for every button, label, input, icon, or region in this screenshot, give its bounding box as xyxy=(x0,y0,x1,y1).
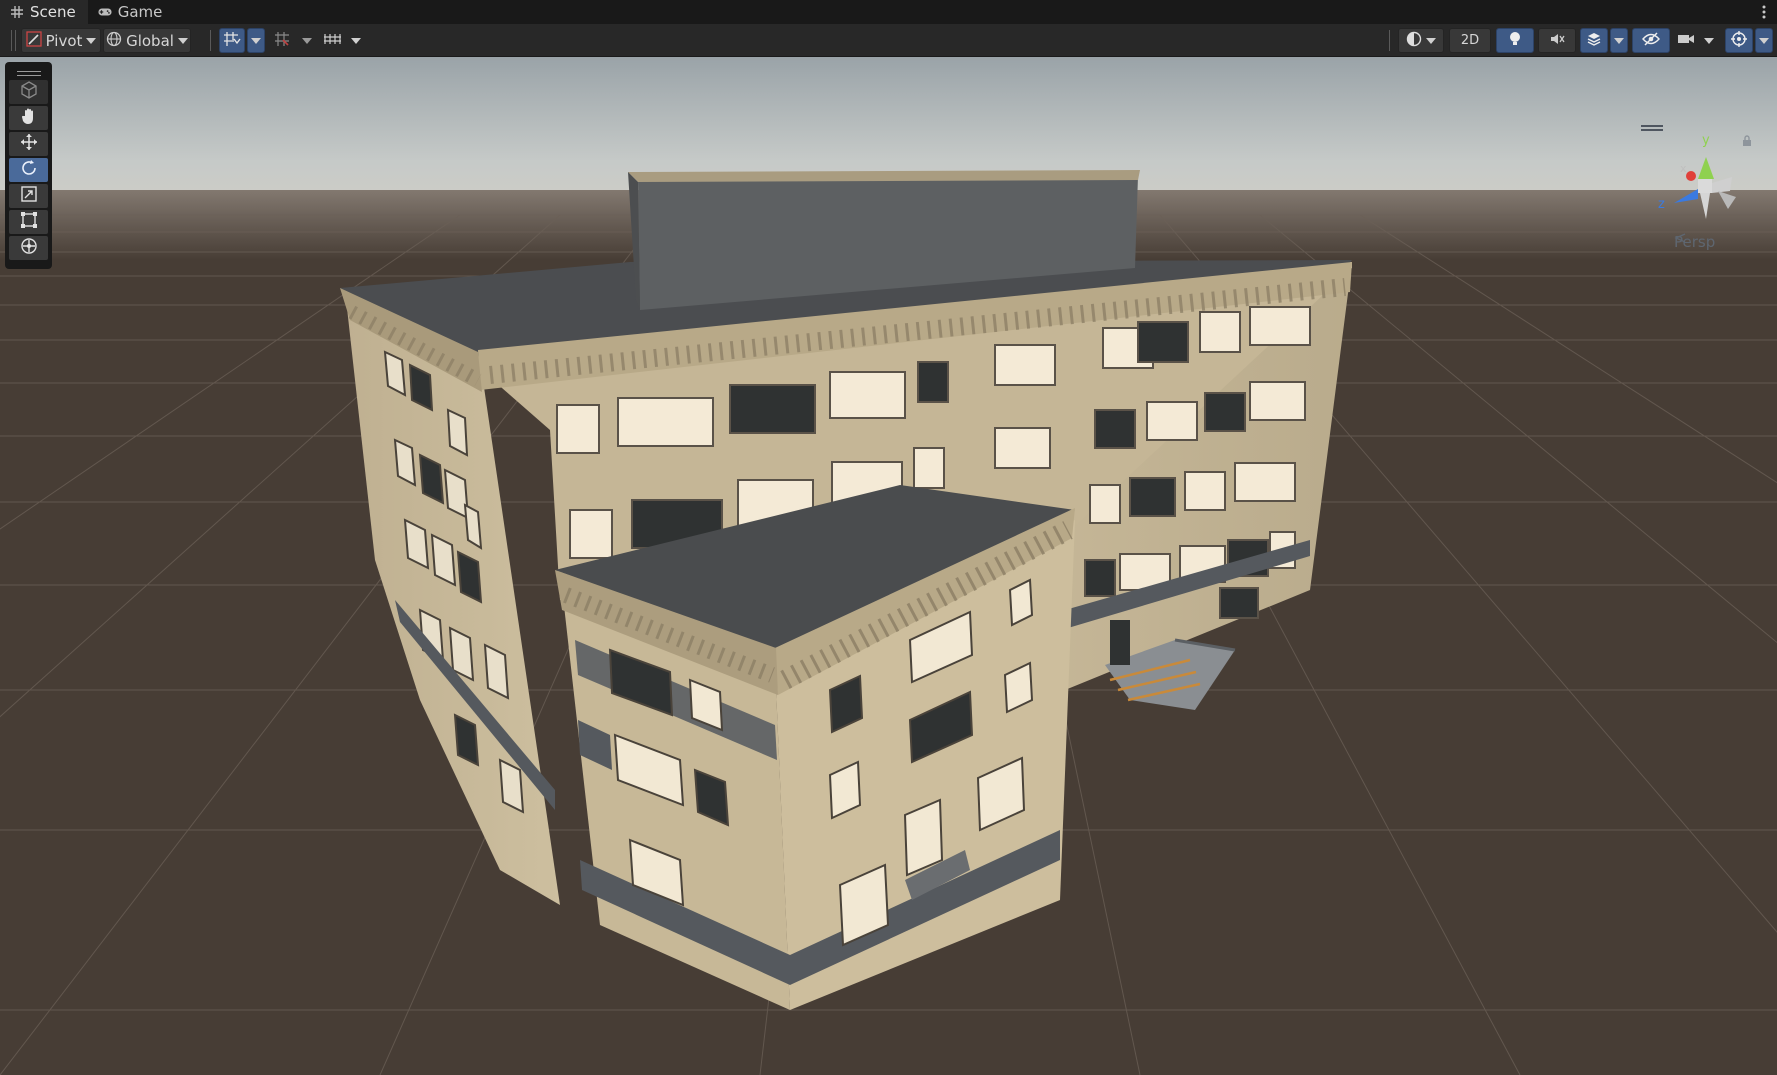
shading-mode-icon xyxy=(1406,31,1422,51)
tab-scene-label: Scene xyxy=(30,3,76,21)
grid-hash-icon xyxy=(10,5,24,19)
draw-mode-dropdown[interactable] xyxy=(1398,28,1444,53)
lightbulb-icon xyxy=(1508,31,1522,51)
chevron-down-icon xyxy=(86,37,97,44)
camera-settings-dropdown[interactable] xyxy=(1700,28,1718,53)
scene-visibility-toggle[interactable] xyxy=(1632,28,1670,53)
tab-game[interactable]: Game xyxy=(88,0,175,24)
scene-toolbar: Pivot Global 2D xyxy=(0,24,1777,57)
view-mode-toggle[interactable] xyxy=(9,80,48,104)
scale-tool[interactable] xyxy=(9,184,48,208)
global-label: Global xyxy=(126,31,174,50)
2d-mode-label: 2D xyxy=(1460,33,1480,48)
effects-dropdown[interactable] xyxy=(1610,28,1628,53)
pivot-icon xyxy=(25,30,42,51)
gizmos-icon xyxy=(1731,30,1747,51)
transform-tool[interactable] xyxy=(9,236,48,260)
tab-game-label: Game xyxy=(117,3,163,21)
chevron-down-icon xyxy=(302,37,312,44)
gizmo-z-label: z xyxy=(1658,197,1665,212)
rooftop-box-top xyxy=(628,170,1140,182)
tab-bar: Scene Game xyxy=(0,0,1777,24)
gizmos-toggle[interactable] xyxy=(1725,28,1753,53)
gizmo-z-axis-cone xyxy=(1674,189,1698,203)
rect-tool[interactable] xyxy=(9,210,48,234)
rotate-icon xyxy=(20,159,38,181)
camera-icon xyxy=(1677,32,1695,50)
chevron-down-icon xyxy=(251,37,261,44)
hand-icon xyxy=(20,107,38,129)
transform-tools-overlay xyxy=(5,62,52,269)
grid-visibility-icon xyxy=(323,31,341,51)
gamepad-icon xyxy=(98,5,112,19)
scale-icon xyxy=(20,185,38,207)
gizmo-y-axis-cone xyxy=(1698,157,1714,179)
gizmo-x-label: x xyxy=(1680,162,1687,175)
grid-snapping-toggle[interactable] xyxy=(219,28,245,53)
pivot-label: Pivot xyxy=(45,31,83,50)
transform-icon xyxy=(20,237,38,259)
chevron-down-icon xyxy=(1759,37,1769,44)
grid-snap-icon xyxy=(223,31,241,51)
more-options-icon[interactable] xyxy=(1761,3,1767,21)
chevron-down-icon xyxy=(351,37,361,44)
lighting-toggle[interactable] xyxy=(1496,28,1534,53)
rect-transform-icon xyxy=(20,211,38,233)
gizmo-y-label: y xyxy=(1702,133,1710,148)
toolbar-grip xyxy=(11,30,12,51)
global-dropdown[interactable]: Global xyxy=(103,28,191,53)
gizmo-x-axis-dot xyxy=(1686,171,1696,181)
move-tool[interactable] xyxy=(9,132,48,156)
pivot-dropdown[interactable]: Pivot xyxy=(21,28,101,53)
perspective-chevron-icon xyxy=(1674,233,1686,243)
gizmo-center-cube xyxy=(1698,179,1712,193)
increment-snap-dropdown[interactable] xyxy=(298,28,316,53)
effects-toggle[interactable] xyxy=(1580,28,1608,53)
camera-settings-button[interactable] xyxy=(1674,28,1698,53)
globe-icon xyxy=(106,31,122,51)
tab-scene[interactable]: Scene xyxy=(0,0,88,24)
chevron-down-icon xyxy=(1426,37,1436,44)
projection-toggle[interactable]: Persp xyxy=(1674,233,1715,251)
chevron-down-icon xyxy=(177,37,188,44)
rotate-tool[interactable] xyxy=(9,158,48,182)
view-tool[interactable] xyxy=(9,106,48,130)
increment-snap-icon xyxy=(274,31,292,51)
eye-hidden-icon xyxy=(1642,31,1660,50)
toolbar-grip-2 xyxy=(15,30,16,51)
increment-snap-toggle[interactable] xyxy=(270,28,296,53)
chevron-down-icon xyxy=(1704,37,1714,44)
2d-mode-toggle[interactable]: 2D xyxy=(1449,28,1491,53)
effects-layers-icon xyxy=(1586,31,1602,51)
toolbar-separator xyxy=(210,30,211,51)
move-arrows-icon xyxy=(20,133,38,155)
cube-icon xyxy=(20,81,38,103)
scene-render xyxy=(0,57,1777,1075)
toolbar-separator xyxy=(1389,30,1390,51)
grid-visibility-toggle[interactable] xyxy=(319,28,345,53)
audio-mute-icon xyxy=(1549,31,1565,51)
tools-drag-handle[interactable] xyxy=(9,66,48,80)
audio-toggle[interactable] xyxy=(1538,28,1576,53)
grid-visibility-dropdown[interactable] xyxy=(347,28,365,53)
gizmos-dropdown[interactable] xyxy=(1755,28,1773,53)
chevron-down-icon xyxy=(1614,37,1624,44)
scene-viewport[interactable]: y z x Persp xyxy=(0,57,1777,1075)
grid-snapping-dropdown[interactable] xyxy=(247,28,265,53)
